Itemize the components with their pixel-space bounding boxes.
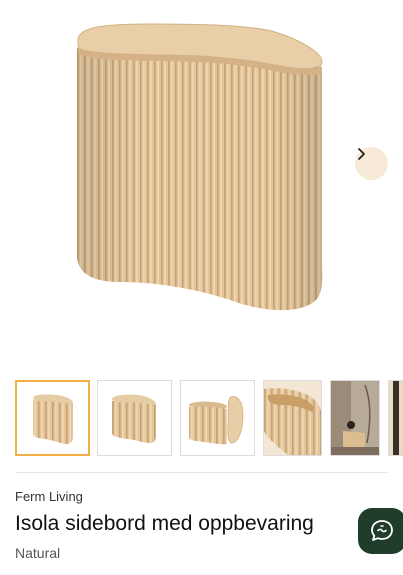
chevron-right-icon — [358, 148, 365, 160]
isola-sidetable-illustration — [77, 23, 323, 311]
thumbnail-image — [264, 381, 321, 455]
thumbnail-image — [189, 396, 244, 445]
thumbnail-image — [389, 381, 403, 455]
thumbnail-strip — [0, 378, 403, 458]
thumbnail-image — [331, 381, 379, 455]
chat-button[interactable] — [358, 508, 403, 554]
thumbnail-item[interactable] — [15, 380, 90, 456]
section-divider — [15, 472, 388, 473]
thumbnail-image — [112, 394, 156, 443]
thumbnail-image — [33, 394, 73, 444]
product-title: Isola sidebord med oppbevaring — [15, 512, 314, 535]
thumbnail-item[interactable] — [388, 380, 403, 456]
thumbnail-item[interactable] — [180, 380, 255, 456]
next-image-button[interactable] — [355, 147, 388, 180]
product-variant: Natural — [15, 545, 61, 561]
thumbnail-item[interactable] — [330, 380, 380, 456]
product-hero-image — [0, 0, 403, 370]
product-brand[interactable]: Ferm Living — [15, 489, 83, 504]
chat-bubble-icon — [371, 520, 393, 541]
thumbnail-item[interactable] — [97, 380, 172, 456]
thumbnail-item[interactable] — [263, 380, 322, 456]
